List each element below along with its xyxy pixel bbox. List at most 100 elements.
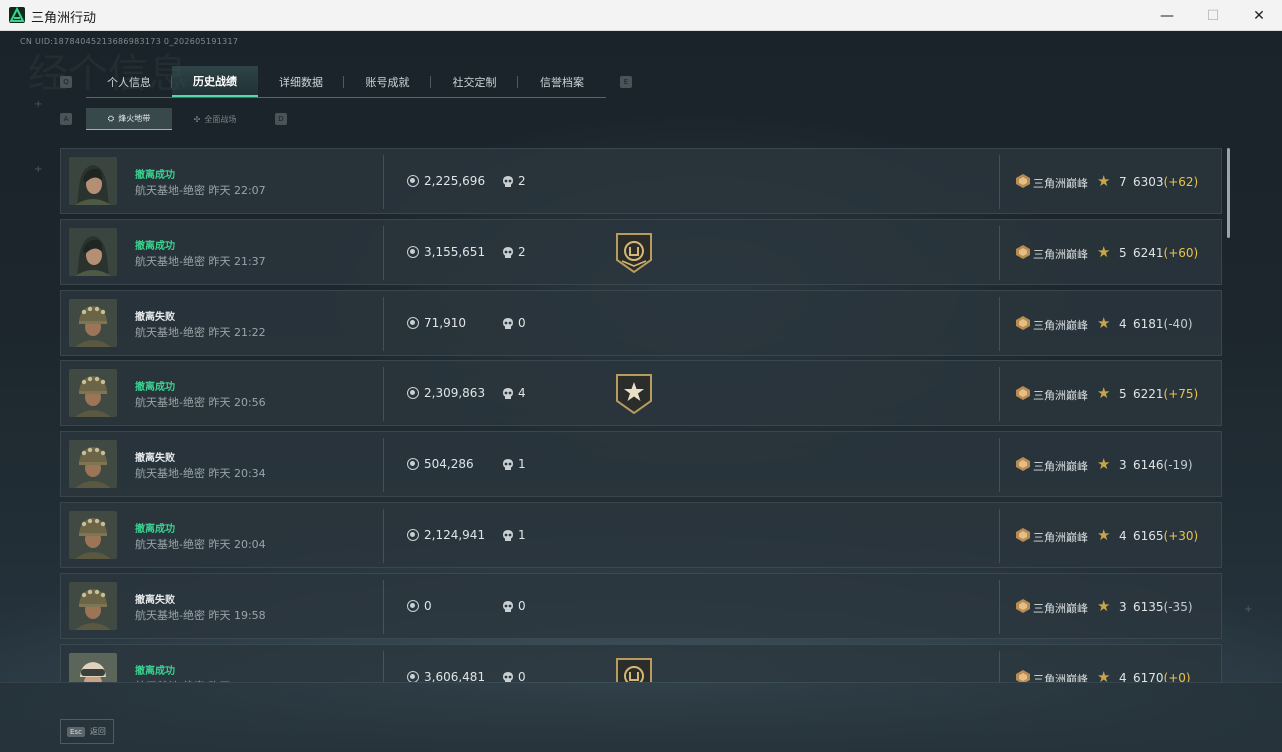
- rank-score: 6146(-19): [1133, 458, 1193, 472]
- kills-skull-icon: [501, 316, 515, 330]
- back-button[interactable]: Esc 返回: [60, 719, 114, 744]
- deco-cross-icon: +: [34, 99, 43, 110]
- close-button[interactable]: ✕: [1236, 0, 1282, 31]
- tab-profile[interactable]: 个人信息: [86, 66, 172, 97]
- score-delta: (+30): [1163, 529, 1199, 543]
- maximize-button[interactable]: ☐: [1190, 0, 1236, 31]
- extracted-value: 2,309,863: [424, 386, 486, 400]
- score-delta: (+62): [1163, 175, 1199, 189]
- star-count: 3: [1119, 458, 1127, 472]
- back-label: 返回: [89, 727, 106, 736]
- gold-shield-badge-icon: [615, 233, 653, 274]
- extraction-status: 撤离失败: [135, 595, 175, 606]
- match-row[interactable]: 撤离成功 航天基地-绝密 昨天 22:07 2,225,696 2 三角洲巅峰 ★ 7 630…: [60, 148, 1222, 214]
- footer-bar: [0, 682, 1282, 752]
- match-row[interactable]: 撤离失败 航天基地-绝密 昨天 19:58 0 0 三角洲巅峰 ★ 3 6135(-35): [60, 573, 1222, 639]
- subtab-prev-key-hint[interactable]: A: [60, 113, 72, 125]
- rank-score: 6221(+75): [1133, 387, 1199, 401]
- coin-icon: [407, 671, 419, 682]
- kill-count: 0: [518, 599, 526, 613]
- rank-icon: [1015, 669, 1031, 682]
- subtab-next-key-hint[interactable]: D: [275, 113, 287, 125]
- star-count: 7: [1119, 175, 1127, 189]
- gold-shield-badge-icon: [615, 658, 653, 682]
- kills-skull-icon: [501, 386, 515, 400]
- operator-avatar: [69, 440, 117, 488]
- map-and-time: 航天基地-绝密 昨天 21:37: [135, 255, 266, 268]
- extraction-status: 撤离成功: [135, 170, 175, 181]
- tab-match-history[interactable]: 历史战绩: [172, 66, 258, 97]
- star-count: 5: [1119, 387, 1127, 401]
- match-row[interactable]: 撤离成功航天基地-绝密 昨天 19:383,606,4810三角洲巅峰★4617…: [60, 644, 1222, 682]
- match-row[interactable]: 撤离成功 航天基地-绝密 昨天 20:56 2,309,863 4 三角洲巅峰 ★ 5 622…: [60, 360, 1222, 426]
- coin-icon: [407, 387, 419, 399]
- map-and-time: 航天基地-绝密 昨天 21:22: [135, 326, 266, 339]
- esc-key-icon: Esc: [67, 726, 85, 737]
- star-count: 5: [1119, 246, 1127, 260]
- match-history-list[interactable]: 撤离成功 航天基地-绝密 昨天 22:07 2,225,696 2 三角洲巅峰 ★ 7 630…: [60, 148, 1222, 682]
- main-tabs: 个人信息 历史战绩 详细数据 账号成就 社交定制 信誉档案: [86, 66, 606, 98]
- window-title: 三角洲行动: [31, 11, 97, 26]
- match-row[interactable]: 撤离失败 航天基地-绝密 昨天 20:34 504,286 1 三角洲巅峰 ★ 3 6146(…: [60, 431, 1222, 497]
- tab-achievements[interactable]: 账号成就: [344, 66, 431, 97]
- kill-count: 1: [518, 528, 526, 542]
- mode-subtabs: ⛭ 烽火地带 ✣ 全面战场: [86, 108, 258, 130]
- kills-skull-icon: [501, 528, 515, 542]
- star-icon: ★: [1097, 526, 1111, 544]
- score-delta: (-19): [1163, 458, 1193, 472]
- rank-name: 三角洲巅峰: [1033, 177, 1088, 190]
- extracted-value: 2,124,941: [424, 528, 486, 542]
- map-and-time: 航天基地-绝密 昨天 22:07: [135, 184, 266, 197]
- match-row[interactable]: 撤离成功 航天基地-绝密 昨天 21:37 3,155,651 2 三角洲巅峰 ★ 5 624…: [60, 219, 1222, 285]
- rank-name: 三角洲巅峰: [1033, 248, 1088, 261]
- coin-icon: [407, 246, 419, 258]
- rank-name: 三角洲巅峰: [1033, 531, 1088, 544]
- subtab-warfare[interactable]: ✣ 全面战场: [172, 108, 258, 130]
- list-scrollbar[interactable]: [1227, 148, 1230, 238]
- rank-score: 6241(+60): [1133, 246, 1199, 260]
- kills-skull-icon: [501, 457, 515, 471]
- tab-next-key-hint[interactable]: E: [620, 76, 632, 88]
- warfare-icon: ✣: [193, 114, 201, 124]
- rank-icon: [1015, 173, 1031, 189]
- tab-social[interactable]: 社交定制: [431, 66, 518, 97]
- star-shield-badge-icon: [615, 374, 653, 415]
- coin-icon: [407, 175, 419, 187]
- coin-icon: [407, 458, 419, 470]
- extracted-value: 3,155,651: [424, 245, 486, 259]
- kill-count: 4: [518, 386, 526, 400]
- tab-reputation[interactable]: 信誉档案: [518, 66, 606, 97]
- hazard-zone-icon: ⛭: [107, 113, 115, 123]
- subtab-hazard-zone[interactable]: ⛭ 烽火地带: [86, 108, 172, 130]
- minimize-button[interactable]: —: [1144, 0, 1190, 31]
- kill-count: 2: [518, 174, 526, 188]
- score-delta: (+0): [1163, 671, 1191, 682]
- star-icon: ★: [1097, 172, 1111, 190]
- extraction-status: 撤离失败: [135, 453, 175, 464]
- match-row[interactable]: 撤离失败 航天基地-绝密 昨天 21:22 71,910 0 三角洲巅峰 ★ 4 6181(-…: [60, 290, 1222, 356]
- star-icon: ★: [1097, 314, 1111, 332]
- extracted-value: 504,286: [424, 457, 474, 471]
- extraction-status: 撤离成功: [135, 666, 175, 677]
- tab-detailed-data[interactable]: 详细数据: [258, 66, 344, 97]
- rank-name: 三角洲巅峰: [1033, 673, 1088, 682]
- rank-name: 三角洲巅峰: [1033, 389, 1088, 402]
- rank-score: 6170(+0): [1133, 671, 1191, 682]
- kills-skull-icon: [501, 174, 515, 188]
- star-count: 4: [1119, 317, 1127, 331]
- operator-avatar: [69, 228, 117, 276]
- map-and-time: 航天基地-绝密 昨天 20:56: [135, 396, 266, 409]
- window-titlebar: 三角洲行动 — ☐ ✕: [0, 0, 1282, 31]
- deco-cross-icon: +: [1244, 604, 1253, 615]
- operator-avatar: [69, 582, 117, 630]
- match-row[interactable]: 撤离成功 航天基地-绝密 昨天 20:04 2,124,941 1 三角洲巅峰 ★ 4 616…: [60, 502, 1222, 568]
- operator-avatar: [69, 369, 117, 417]
- operator-avatar: [69, 511, 117, 559]
- operator-avatar: [69, 157, 117, 205]
- coin-icon: [407, 529, 419, 541]
- star-icon: ★: [1097, 243, 1111, 261]
- extracted-value: 0: [424, 599, 432, 613]
- rank-score: 6181(-40): [1133, 317, 1193, 331]
- tab-prev-key-hint[interactable]: Q: [60, 76, 72, 88]
- extracted-value: 3,606,481: [424, 670, 486, 682]
